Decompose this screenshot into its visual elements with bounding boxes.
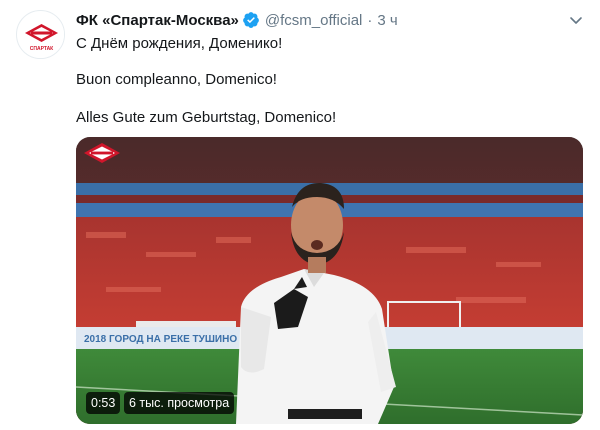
timestamp[interactable]: 3 ч [377, 12, 397, 29]
tweet-text-line: С Днём рождения, Доменико! [76, 35, 283, 52]
ad-board-text: 2018 ГОРОД НА РЕКЕ ТУШИНО [84, 334, 237, 345]
video-duration-badge: 0:53 [86, 392, 121, 414]
tweet-text-line: Buon compleanno, Domenico! [76, 71, 277, 88]
video-player[interactable]: 2018 ГОРОД НА РЕКЕ ТУШИНО 0:53 6 тыс. пр… [76, 137, 583, 424]
verified-badge-icon [243, 12, 259, 28]
author-handle[interactable]: @fcsm_official [265, 12, 362, 29]
tweet[interactable]: СПАРТАК ФК «Спартак-Москва» @fcsm_offici… [0, 0, 600, 430]
tweet-text-line: Alles Gute zum Geburtstag, Domenico! [76, 109, 337, 126]
video-thumbnail: 2018 ГОРОД НА РЕКЕ ТУШИНО [76, 137, 583, 424]
avatar[interactable]: СПАРТАК [16, 10, 65, 59]
svg-text:СПАРТАК: СПАРТАК [30, 46, 54, 52]
spartak-logo-icon: СПАРТАК [17, 11, 64, 58]
separator-dot: · [367, 11, 373, 29]
video-views-badge: 6 тыс. просмотра [124, 392, 235, 414]
author-name[interactable]: ФК «Спартак-Москва» [76, 12, 239, 29]
tweet-header: ФК «Спартак-Москва» @fcsm_official · 3 ч [76, 10, 398, 30]
chevron-down-icon[interactable] [568, 12, 584, 28]
